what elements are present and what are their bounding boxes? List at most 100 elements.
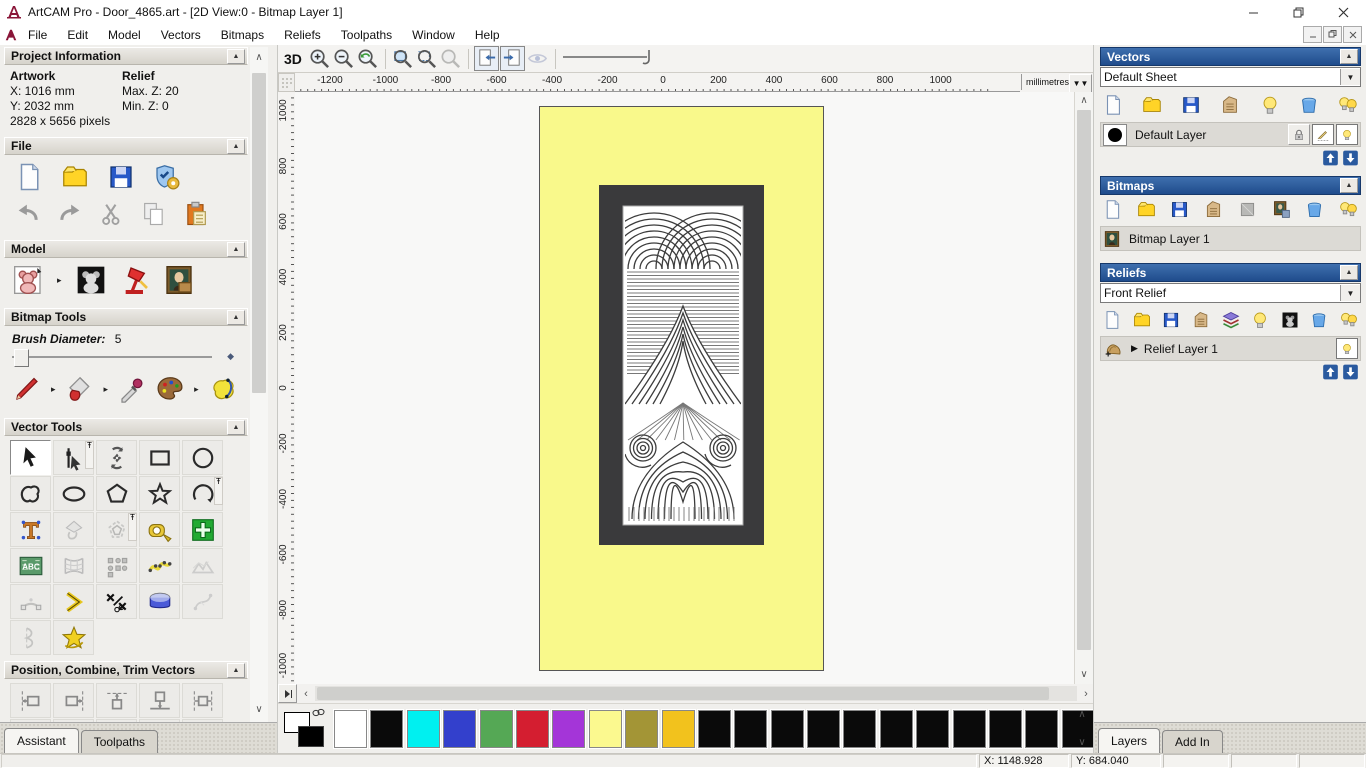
scroll-left-icon[interactable]: ‹: [299, 688, 313, 700]
wrap-text-icon[interactable]: [53, 512, 94, 547]
block-paste-icon[interactable]: [96, 548, 137, 583]
pan-button[interactable]: [278, 684, 297, 703]
zoom-box-icon[interactable]: [415, 47, 438, 70]
model-properties-icon[interactable]: [152, 162, 182, 192]
open-layer-icon[interactable]: [1132, 310, 1152, 330]
open-model-icon[interactable]: [60, 162, 90, 192]
menu-help[interactable]: Help: [465, 26, 510, 44]
colour-swatch-18[interactable]: [988, 709, 1024, 749]
colour-swatch-19[interactable]: [1024, 709, 1060, 749]
combine-layers-icon[interactable]: [1221, 310, 1241, 330]
colour-swatch-2[interactable]: [405, 709, 441, 749]
delete-layer-icon[interactable]: [1304, 199, 1325, 220]
scrollbar-thumb[interactable]: [317, 687, 1049, 700]
delete-layer-icon[interactable]: [1309, 310, 1329, 330]
all-visibility-icon[interactable]: [1338, 199, 1359, 220]
scroll-down-icon[interactable]: ∨: [1073, 736, 1091, 750]
colour-swatch-16[interactable]: [915, 709, 951, 749]
colour-swatch-7[interactable]: [587, 709, 623, 749]
ruler-units-dropdown[interactable]: ▼▼: [1069, 74, 1092, 93]
zoom-in-icon[interactable]: [308, 47, 331, 70]
slider-handle[interactable]: [14, 349, 29, 367]
zoom-out-icon[interactable]: [332, 47, 355, 70]
set-model-size-icon[interactable]: [12, 264, 44, 296]
palette-scrollbar[interactable]: ∧ ∨: [1073, 706, 1091, 752]
select-icon[interactable]: [10, 440, 51, 475]
move-layer-down-button[interactable]: [1342, 150, 1359, 166]
canvas-hscrollbar[interactable]: [315, 686, 1077, 701]
bitmap-to-vector-icon[interactable]: [208, 374, 238, 404]
contrast-slider[interactable]: [561, 46, 656, 71]
redo-icon[interactable]: [56, 200, 84, 228]
collapse-button[interactable]: ▲: [1340, 49, 1358, 64]
merge-layers-icon[interactable]: [1191, 310, 1211, 330]
colour-swatch-14[interactable]: [842, 709, 878, 749]
new-layer-icon[interactable]: [1102, 199, 1123, 220]
move-layer-up-button[interactable]: [1322, 150, 1339, 166]
link-colours-icon[interactable]: [312, 708, 326, 718]
menu-file[interactable]: File: [18, 26, 57, 44]
relief-layer-row[interactable]: ▶ Relief Layer 1: [1100, 336, 1361, 361]
relief-greyscale-icon[interactable]: [1280, 310, 1300, 330]
layer-colour-swatch[interactable]: [1103, 123, 1127, 146]
scroll-down-icon[interactable]: ∨: [1075, 668, 1093, 682]
align-top-icon[interactable]: [96, 683, 137, 718]
new-model-icon[interactable]: [14, 162, 44, 192]
node-editing-icon[interactable]: Ŧ: [53, 440, 94, 475]
vector-sheet-combo[interactable]: Default Sheet ▼: [1100, 67, 1361, 87]
restore-button[interactable]: [1276, 0, 1321, 24]
mdi-minimize-button[interactable]: [1303, 26, 1322, 43]
close-button[interactable]: [1321, 0, 1366, 24]
flyout-arrow-icon[interactable]: ▸: [51, 384, 56, 395]
new-layer-icon[interactable]: [1102, 310, 1122, 330]
paint-icon[interactable]: [12, 374, 42, 404]
menu-edit[interactable]: Edit: [57, 26, 98, 44]
layer-visibility-icon[interactable]: [1336, 338, 1358, 359]
copy-icon[interactable]: [140, 200, 168, 228]
wrap-vectors-icon[interactable]: [53, 620, 94, 655]
palette-icon[interactable]: [155, 374, 185, 404]
load-bitmap-icon[interactable]: [163, 264, 195, 296]
align-bottom-icon[interactable]: [139, 683, 180, 718]
toggle-vector-view-icon[interactable]: [499, 46, 525, 71]
flyout-pin[interactable]: Ŧ: [214, 477, 223, 505]
colour-swatch-15[interactable]: [878, 709, 914, 749]
collapse-button[interactable]: ▲: [227, 662, 245, 678]
undo-icon[interactable]: [14, 200, 42, 228]
move-layer-up-button[interactable]: [1322, 364, 1339, 380]
align-left-icon[interactable]: [10, 683, 51, 718]
collapse-button[interactable]: ▲: [227, 419, 245, 435]
colour-picker-icon[interactable]: [117, 374, 147, 404]
assistant-scrollbar[interactable]: ∧ ∨: [250, 47, 268, 751]
text-block-icon[interactable]: ABC: [10, 548, 51, 583]
snap-lock-icon[interactable]: [1288, 124, 1310, 145]
menu-model[interactable]: Model: [98, 26, 151, 44]
menu-bitmaps[interactable]: Bitmaps: [211, 26, 274, 44]
align-right-icon[interactable]: [53, 683, 94, 718]
all-visibility-icon[interactable]: [1337, 94, 1359, 116]
save-layer-icon[interactable]: [1161, 310, 1181, 330]
invert-model-icon[interactable]: [75, 264, 107, 296]
merge-layers-icon[interactable]: [1219, 94, 1241, 116]
clear-layer-icon[interactable]: [1237, 199, 1258, 220]
mdi-close-button[interactable]: [1343, 26, 1362, 43]
greyscale-icon[interactable]: [1271, 199, 1292, 220]
flyout-pin[interactable]: Ŧ: [128, 513, 137, 541]
save-model-icon[interactable]: [106, 162, 136, 192]
move-layer-down-button[interactable]: [1342, 364, 1359, 380]
zoom-selected-icon[interactable]: [439, 47, 462, 70]
colour-swatch-17[interactable]: [951, 709, 987, 749]
menu-vectors[interactable]: Vectors: [151, 26, 211, 44]
colour-swatch-11[interactable]: [733, 709, 769, 749]
layer-visibility-icon[interactable]: [1336, 124, 1358, 145]
create-polygon-icon[interactable]: [96, 476, 137, 511]
secondary-colour-swatch[interactable]: [298, 726, 324, 747]
spin-vectors-icon[interactable]: [139, 584, 180, 619]
measure-icon[interactable]: [139, 512, 180, 547]
tab-add-in[interactable]: Add In: [1162, 730, 1223, 753]
create-circle-icon[interactable]: [182, 440, 223, 475]
door-artwork[interactable]: [539, 106, 824, 671]
toggle-visibility-icon[interactable]: [1250, 310, 1270, 330]
flyout-arrow-icon[interactable]: ▸: [194, 384, 199, 395]
cut-icon[interactable]: [98, 200, 126, 228]
